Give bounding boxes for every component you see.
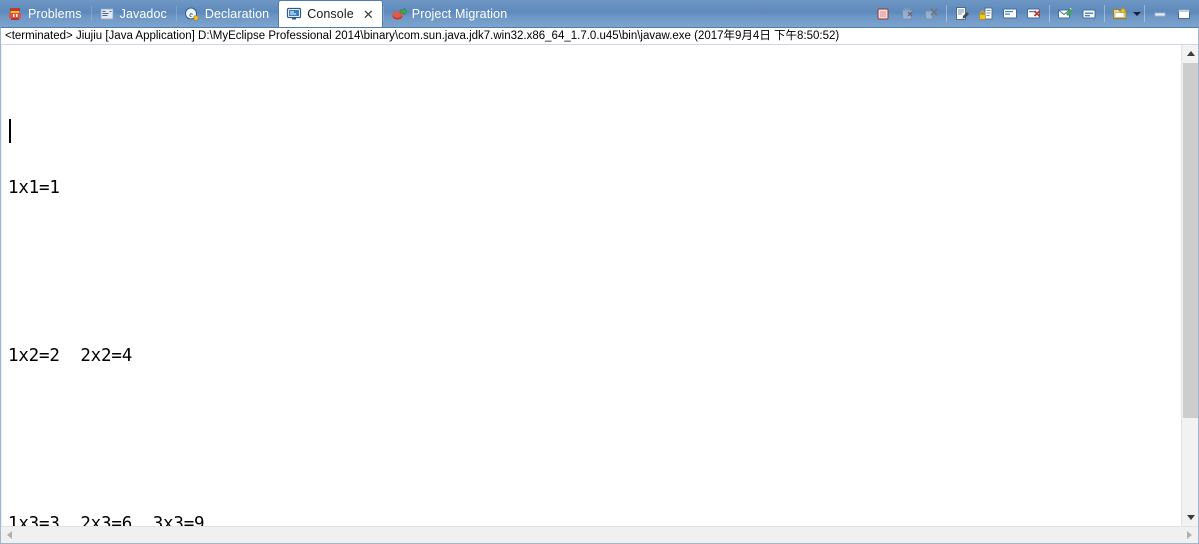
- tab-problems-label: Problems: [28, 6, 82, 21]
- terminate-button[interactable]: [872, 3, 894, 25]
- display-selected-console-button[interactable]: [1078, 3, 1100, 25]
- console-output-text: 1x1=1 1x2=2 2x2=4 1x3=3 2x3=6 3x3=9 1x4=…: [8, 48, 1180, 526]
- open-console-button[interactable]: [1109, 3, 1131, 25]
- horizontal-scrollbar[interactable]: [1, 526, 1198, 543]
- scroll-down-icon[interactable]: [1182, 509, 1198, 526]
- console-output-area[interactable]: 1x1=1 1x2=2 2x2=4 1x3=3 2x3=6 3x3=9 1x4=…: [1, 45, 1198, 526]
- scroll-lock-button[interactable]: [975, 3, 997, 25]
- scroll-right-icon[interactable]: [1181, 527, 1198, 543]
- tab-project-migration-label: Project Migration: [411, 6, 508, 21]
- tab-bar: Problems Javadoc e Declaration Console ✕…: [0, 0, 1199, 27]
- tab-declaration-label: Declaration: [204, 6, 270, 21]
- scroll-left-icon[interactable]: [1, 527, 18, 543]
- console-view-window: Problems Javadoc e Declaration Console ✕…: [0, 0, 1199, 544]
- toolbar-separator: [1104, 5, 1105, 22]
- console-line: 1x3=3 2x3=6 3x3=9: [8, 514, 205, 526]
- scroll-up-icon[interactable]: [1182, 45, 1198, 62]
- toolbar-separator: [946, 5, 947, 22]
- word-wrap-button[interactable]: [999, 3, 1021, 25]
- project-migration-icon: [391, 6, 407, 22]
- launch-status-line: <terminated> Jiujiu [Java Application] D…: [1, 28, 1198, 45]
- tab-project-migration[interactable]: Project Migration: [384, 0, 517, 27]
- tab-console-label: Console: [307, 7, 354, 21]
- console-line: 1x2=2 2x2=4: [8, 346, 133, 366]
- text-caret: [9, 119, 11, 143]
- maximize-button[interactable]: [1173, 3, 1195, 25]
- tab-console[interactable]: Console ✕: [278, 0, 383, 27]
- tab-list: Problems Javadoc e Declaration Console ✕…: [0, 0, 516, 27]
- tab-problems[interactable]: Problems: [0, 0, 91, 27]
- console-line: 1x1=1: [8, 178, 60, 198]
- remove-launch-button[interactable]: [896, 3, 918, 25]
- close-icon[interactable]: ✕: [362, 8, 375, 21]
- tab-javadoc-label: Javadoc: [119, 6, 167, 21]
- console-panel: <terminated> Jiujiu [Java Application] D…: [0, 27, 1199, 544]
- problems-icon: [7, 6, 23, 22]
- vertical-scrollbar[interactable]: [1181, 45, 1198, 526]
- minimize-button[interactable]: [1149, 3, 1171, 25]
- chevron-down-icon[interactable]: [1132, 3, 1141, 25]
- declaration-icon: e: [184, 6, 200, 22]
- toolbar-separator: [1144, 5, 1145, 22]
- tab-javadoc[interactable]: Javadoc: [92, 0, 176, 27]
- close-console-button[interactable]: [1023, 3, 1045, 25]
- vertical-scrollbar-thumb[interactable]: [1183, 63, 1198, 418]
- tab-declaration[interactable]: e Declaration: [177, 0, 278, 27]
- svg-text:e: e: [189, 10, 193, 19]
- clear-console-button[interactable]: [951, 3, 973, 25]
- pin-console-button[interactable]: [1054, 3, 1076, 25]
- console-icon: [286, 6, 302, 22]
- javadoc-icon: [99, 6, 115, 22]
- toolbar-separator: [1049, 5, 1050, 22]
- remove-all-terminated-button[interactable]: [920, 3, 942, 25]
- console-toolbar: [871, 0, 1199, 27]
